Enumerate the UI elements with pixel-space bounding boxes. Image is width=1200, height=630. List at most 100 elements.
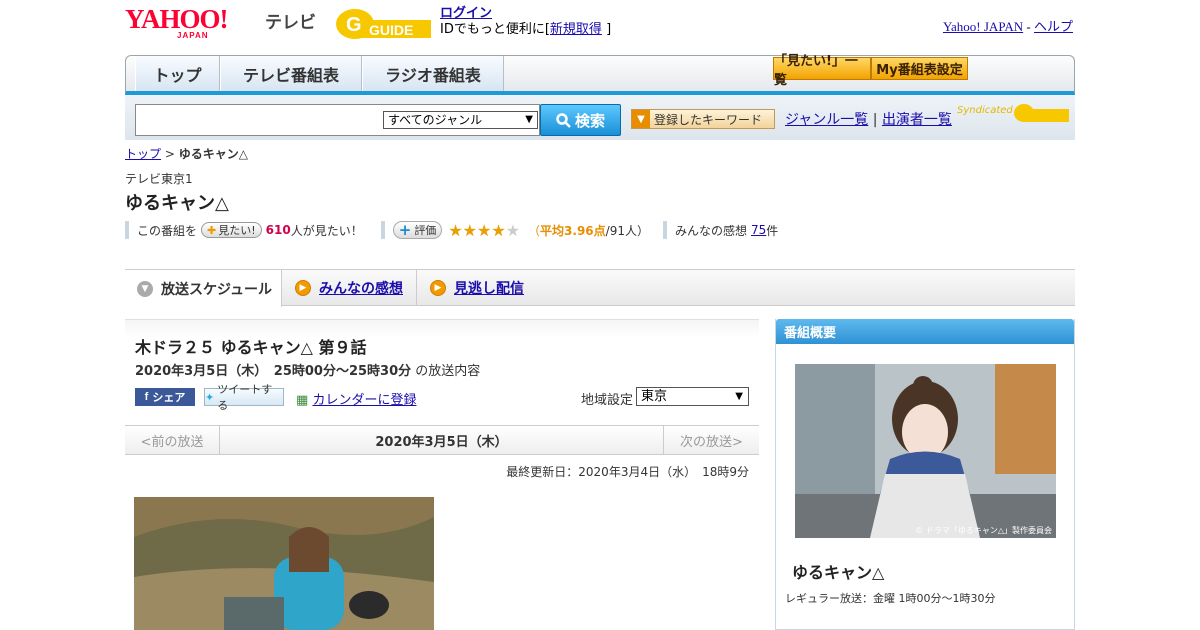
calendar-register[interactable]: ▦ カレンダーに登録 (296, 389, 416, 408)
regular-broadcast: レギュラー放送：金曜 1時00分～1時30分 (785, 592, 996, 605)
login-box: ログイン IDでもっと便利に[新規取得 ] (440, 6, 611, 38)
play-icon: ▶ (295, 280, 311, 296)
episode-title: 木ドラ２５ ゆるキャン△ 第９話 (135, 338, 367, 357)
breadcrumb-separator: > (164, 147, 175, 161)
stats-divider (662, 221, 667, 239)
episode-photo (134, 497, 434, 630)
facebook-share-label: シェア (152, 391, 186, 404)
yahoo-japan-link[interactable]: Yahoo! JAPAN (943, 19, 1023, 34)
episode-datetime: 2020年3月5日（木） 25時00分～25時30分 の放送内容 (135, 360, 480, 379)
nav-tab-top[interactable]: トップ (135, 56, 220, 91)
twitter-bird-icon: ✦ (205, 390, 215, 404)
triangle-down-icon: ▼ (632, 110, 650, 128)
tab-broadcast-schedule[interactable]: ▼ 放送スケジュール (125, 270, 282, 307)
rating-stars-filled: ★★★★★ (448, 220, 506, 240)
search-icon (556, 112, 571, 128)
performer-list-link[interactable]: 出演者一覧 (882, 112, 952, 128)
rating-average-open: （ (528, 223, 541, 238)
episode-date-time: 2020年3月5日（木） 25時00分～25時30分 (135, 364, 412, 379)
rating-button-label: 評価 (414, 224, 437, 237)
svg-text:G: G (346, 14, 362, 36)
mitai-prefix: この番組を (137, 223, 198, 238)
search-links-divider: | (872, 112, 878, 128)
search-bar: すべてのジャンル ▼ 検索 ▼ 登録したキーワード ジャンル一覧 | 出演者一覧… (125, 95, 1075, 140)
breadcrumb-top-link[interactable]: トップ (125, 147, 161, 161)
signup-link[interactable]: 新規取得 (550, 22, 602, 37)
header-links: Yahoo! JAPAN - ヘルプ (943, 16, 1073, 35)
nav-tab-radio-guide[interactable]: ラジオ番組表 (362, 56, 504, 91)
site-header: YAHOO! JAPAN テレビ G GUIDE ログイン IDでもっと便利に[… (125, 0, 1075, 50)
genre-select[interactable]: すべてのジャンル ▼ (383, 111, 538, 129)
mitai-button[interactable]: ✚ 見たい! (201, 222, 262, 238)
mitai-list-button[interactable]: 「見たい!」一覧 (773, 54, 871, 88)
tab-label: 見逃し配信 (454, 281, 524, 297)
login-prompt-end: ] (606, 22, 612, 37)
my-guide-settings-button[interactable]: My番組表設定 (871, 57, 968, 80)
mitai-button-label: 見たい! (218, 224, 256, 237)
facebook-icon: f (144, 391, 149, 403)
syndicated-label: Syndicated (957, 105, 1013, 116)
mitai-count: 610 (265, 223, 291, 237)
stats-divider (380, 221, 385, 239)
help-link[interactable]: ヘルプ (1034, 19, 1073, 34)
program-stats: この番組を ✚ 見たい! 610 人が見たい！ + 評価 ★★★★★ ★★★★★… (125, 220, 778, 240)
breadcrumb: トップ > ゆるキャン△ (125, 145, 248, 162)
search-button-label: 検索 (574, 111, 605, 130)
tweet-button[interactable]: ✦ ツイートする (204, 383, 284, 412)
rating-stars: ★★★★★ ★★★★★ (448, 221, 520, 240)
tab-label: みんなの感想 (319, 281, 403, 297)
episode-date-suffix: の放送内容 (415, 364, 481, 379)
stats-divider (125, 221, 129, 239)
nav-tab-tv-guide[interactable]: テレビ番組表 (220, 56, 362, 91)
impressions-unit: 件 (766, 223, 779, 238)
impressions-count-link[interactable]: 75 (751, 223, 766, 237)
yahoo-logo[interactable]: YAHOO! (125, 6, 229, 33)
calendar-register-link: カレンダーに登録 (312, 393, 417, 408)
header-separator: - (1026, 19, 1031, 34)
tweet-label: ツイートする (217, 383, 273, 412)
breadcrumb-current: ゆるキャン△ (178, 147, 248, 161)
impressions-label: みんなの感想 (674, 223, 747, 238)
panel-heading: 番組概要 (776, 319, 1074, 344)
last-updated: 最終更新日：2020年3月4日（水） 18時9分 (506, 465, 749, 479)
registered-keywords-button[interactable]: ▼ 登録したキーワード (631, 109, 775, 129)
yahoo-japan-logo-sub: JAPAN (177, 31, 209, 40)
login-prompt: IDでもっと便利に[ (440, 22, 550, 37)
gguide-small-logo (1014, 104, 1069, 122)
prev-broadcast-link[interactable]: <前の放送 (125, 426, 220, 454)
mitai-suffix: 人が見たい！ (290, 223, 363, 238)
tab-label: 放送スケジュール (161, 281, 273, 298)
next-broadcast-link[interactable]: 次の放送> (663, 426, 759, 454)
episode-photo-illustration (134, 497, 434, 630)
facebook-share-button[interactable]: f シェア (135, 388, 195, 406)
program-photo-illustration (795, 364, 1056, 538)
tab-catchup-streaming[interactable]: ▶ 見逃し配信 (417, 270, 535, 306)
program-photo: © ドラマ「ゆるキャン△」製作委員会 (795, 364, 1056, 538)
episode-nav: <前の放送 2020年3月5日（木） 次の放送> (125, 425, 759, 455)
gguide-logo: G GUIDE (336, 9, 431, 39)
global-nav: トップ テレビ番組表 ラジオ番組表 「見たい!」一覧 My番組表設定 (125, 54, 1075, 95)
episode-header: 木ドラ２５ ゆるキャン△ 第９話 2020年3月5日（木） 25時00分～25時… (125, 319, 759, 412)
rating-button[interactable]: + 評価 (392, 221, 443, 239)
rating-average: （平均3.96点/91人） (528, 222, 649, 239)
region-select[interactable]: 東京 ▼ (636, 387, 749, 406)
tv-section-logo[interactable]: テレビ (265, 8, 316, 33)
calendar-add-icon: ▦ (296, 393, 309, 408)
chevron-down-icon: ▼ (137, 280, 153, 297)
program-overview-panel: 番組概要 © ドラマ「ゆるキャン△」製作委員会 ゆるキャン△ レギュラー放送：金… (775, 319, 1075, 630)
genre-list-link[interactable]: ジャンル一覧 (785, 112, 868, 128)
rating-average-value: 平均3.96点 (540, 223, 606, 238)
tab-impressions[interactable]: ▶ みんなの感想 (282, 270, 417, 306)
dropdown-arrow-icon: ▼ (525, 114, 533, 125)
registered-keywords-label: 登録したキーワード (654, 112, 763, 127)
search-button[interactable]: 検索 (540, 104, 621, 136)
login-link[interactable]: ログイン (440, 6, 492, 21)
station-name: テレビ東京1 (125, 172, 193, 186)
region-label: 地域設定 (581, 393, 634, 408)
dropdown-arrow-icon: ▼ (735, 391, 743, 402)
program-title: ゆるキャン△ (125, 193, 229, 214)
current-broadcast-date: 2020年3月5日（木） (375, 434, 508, 450)
play-icon: ▶ (430, 280, 446, 296)
overview-title: ゆるキャン△ (792, 563, 885, 582)
search-links: ジャンル一覧 | 出演者一覧 (785, 109, 952, 129)
